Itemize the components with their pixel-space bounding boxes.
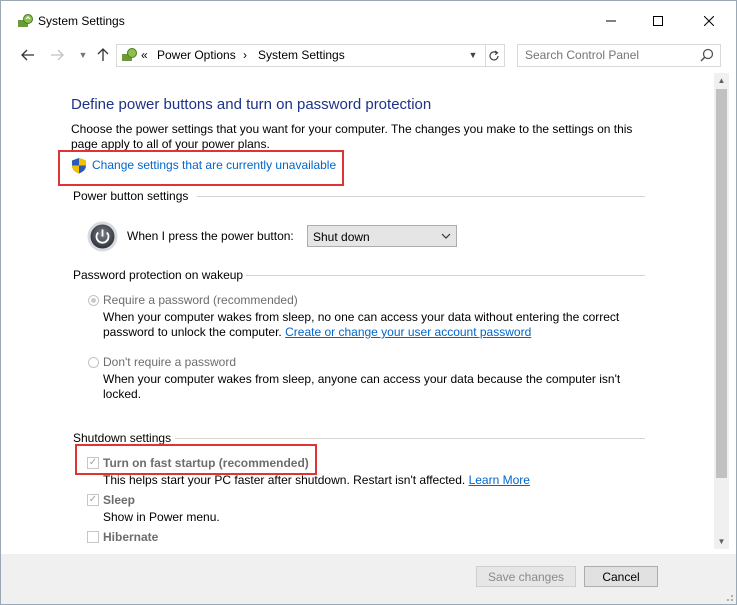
dont-require-password-description: When your computer wakes from sleep, any…	[103, 372, 621, 401]
address-prefix[interactable]: «	[141, 48, 148, 62]
settings-window: System Settings ▼ « Power Options › Syst…	[0, 0, 737, 605]
fast-startup-checkbox[interactable]: ✓	[87, 457, 99, 469]
require-password-label: Require a password (recommended)	[103, 293, 298, 307]
checkmark-icon: ✓	[88, 457, 98, 468]
refresh-icon	[489, 50, 499, 60]
checkmark-icon: ✓	[88, 494, 98, 505]
search-icon[interactable]	[700, 48, 714, 62]
page-title: Define power buttons and turn on passwor…	[71, 96, 432, 113]
window-title: System Settings	[38, 14, 125, 28]
maximize-button[interactable]	[635, 1, 681, 41]
close-icon	[704, 16, 714, 26]
minimize-button[interactable]	[588, 1, 634, 41]
section-title-power-button: Power button settings	[73, 189, 189, 203]
section-divider	[197, 196, 645, 197]
maximize-icon	[653, 16, 663, 26]
sleep-checkbox[interactable]: ✓	[87, 494, 99, 506]
cancel-button[interactable]: Cancel	[584, 566, 658, 587]
fast-startup-label: Turn on fast startup (recommended)	[103, 456, 309, 470]
forward-button[interactable]	[47, 45, 67, 65]
refresh-button[interactable]	[484, 44, 505, 67]
title-bar[interactable]: System Settings	[1, 1, 736, 41]
back-arrow-icon	[21, 49, 34, 61]
back-button[interactable]	[18, 45, 38, 65]
scroll-up-button[interactable]: ▲	[714, 73, 729, 88]
sleep-description: Show in Power menu.	[103, 510, 220, 524]
up-button[interactable]	[93, 45, 113, 65]
vertical-scrollbar[interactable]: ▲ ▼	[714, 73, 729, 549]
fast-startup-description: This helps start your PC faster after sh…	[103, 473, 530, 488]
control-panel-icon	[122, 48, 137, 61]
section-title-password: Password protection on wakeup	[73, 268, 244, 282]
section-title-shutdown: Shutdown settings	[73, 431, 172, 445]
close-button[interactable]	[686, 1, 732, 41]
scroll-down-button[interactable]: ▼	[714, 534, 729, 549]
require-password-radio[interactable]	[88, 295, 99, 306]
chevron-up-icon: ▲	[717, 76, 726, 85]
resize-grip-icon[interactable]	[724, 592, 734, 602]
address-dropdown-button[interactable]: ▼	[463, 44, 483, 65]
hibernate-checkbox[interactable]	[87, 531, 99, 543]
power-button-label: When I press the power button:	[127, 229, 294, 243]
breadcrumb-system-settings[interactable]: System Settings	[258, 48, 345, 62]
footer-bar: Save changes Cancel	[1, 554, 736, 604]
breadcrumb-separator[interactable]: ›	[243, 48, 247, 62]
recent-locations-button[interactable]: ▼	[73, 45, 93, 65]
forward-arrow-icon	[51, 49, 64, 61]
search-box[interactable]	[517, 44, 721, 67]
save-changes-button[interactable]: Save changes	[476, 566, 576, 587]
uac-shield-icon	[72, 158, 86, 174]
page-description: Choose the power settings that you want …	[71, 122, 633, 151]
hibernate-label: Hibernate	[103, 530, 159, 544]
address-bar[interactable]: « Power Options › System Settings	[116, 44, 486, 67]
create-password-link[interactable]: Create or change your user account passw…	[285, 325, 531, 339]
up-arrow-icon	[97, 48, 109, 61]
dont-require-password-radio[interactable]	[88, 357, 99, 368]
learn-more-link[interactable]: Learn More	[469, 473, 530, 487]
power-options-icon	[18, 14, 33, 27]
chevron-down-icon: ▼	[468, 49, 478, 60]
search-input[interactable]	[518, 45, 700, 64]
power-button-selected-value: Shut down	[313, 230, 370, 244]
require-password-description: When your computer wakes from sleep, no …	[103, 310, 643, 340]
chevron-down-icon: ▼	[78, 50, 88, 60]
breadcrumb-power-options[interactable]: Power Options	[157, 48, 236, 62]
fast-startup-desc-text: This helps start your PC faster after sh…	[103, 473, 466, 487]
chevron-down-icon: ▼	[717, 537, 726, 546]
section-divider	[246, 275, 645, 276]
dont-require-password-label: Don't require a password	[103, 355, 237, 369]
chevron-down-icon	[441, 233, 451, 239]
power-button-icon	[87, 221, 118, 252]
change-settings-link[interactable]: Change settings that are currently unava…	[92, 158, 336, 172]
minimize-icon	[606, 20, 616, 22]
scrollbar-thumb[interactable]	[716, 89, 727, 478]
sleep-label: Sleep	[103, 493, 136, 507]
section-divider	[175, 438, 645, 439]
power-button-action-select[interactable]: Shut down	[307, 225, 457, 247]
